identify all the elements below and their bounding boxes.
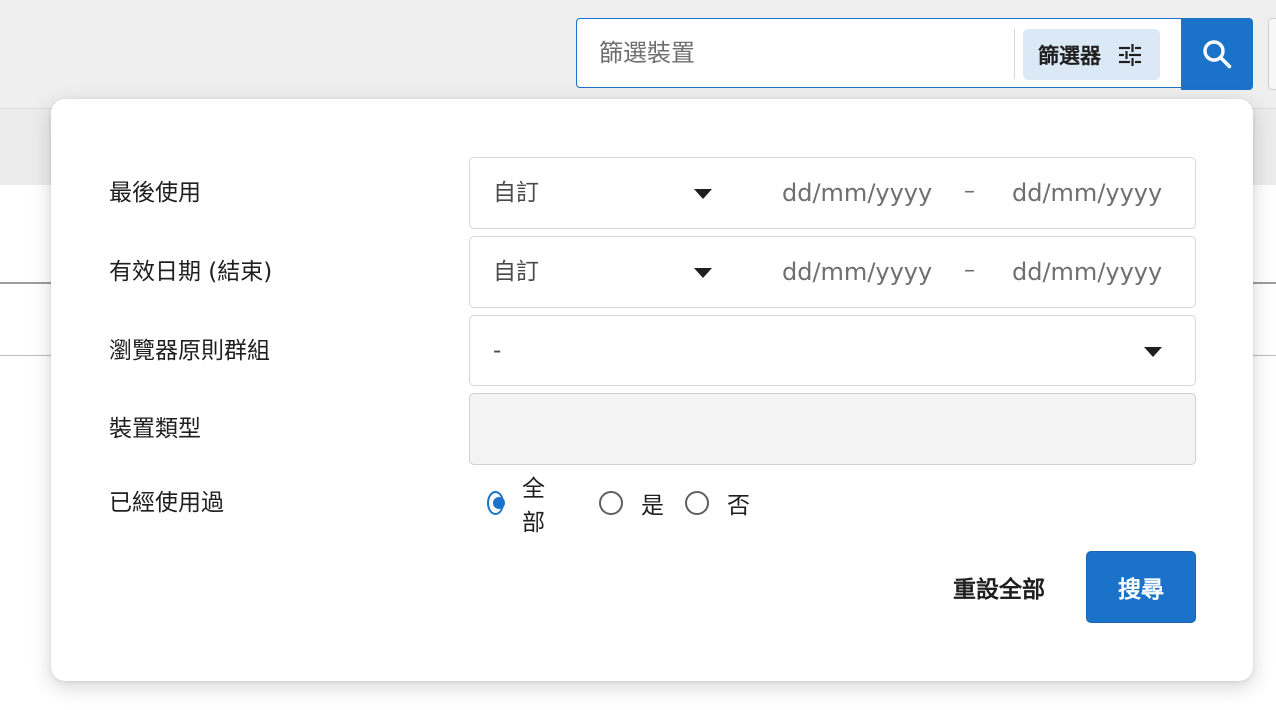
search-icon — [1203, 40, 1232, 69]
filter-toggle-label: 篩選器 — [1038, 43, 1101, 68]
expiry-range-select[interactable]: 自訂 — [493, 237, 539, 307]
filter-toggle-button[interactable]: 篩選器 — [1023, 29, 1160, 80]
device-search-bar: 篩選器 — [576, 18, 1181, 88]
radio-checked-icon[interactable] — [487, 491, 506, 515]
caret-down-icon[interactable] — [694, 268, 712, 278]
last-used-start-date[interactable]: dd/mm/yyyy — [782, 158, 932, 228]
browser-policy-group-label: 瀏覽器原則群組 — [109, 338, 270, 364]
device-type-label: 裝置類型 — [109, 416, 201, 442]
radio-unchecked-icon[interactable] — [599, 491, 623, 515]
radio-option-all-label: 全部 — [522, 476, 546, 536]
sliders-icon — [1119, 43, 1141, 66]
radio-option-yes[interactable]: 是 — [599, 488, 664, 519]
device-filter-page: 篩選器 最後使用 — [0, 0, 1276, 710]
browser-policy-group-select[interactable]: - — [469, 315, 1196, 386]
apply-search-button[interactable]: 搜尋 — [1086, 551, 1196, 623]
partial-edge-button[interactable] — [1268, 18, 1276, 90]
last-used-end-date[interactable]: dd/mm/yyyy — [1012, 158, 1162, 228]
radio-option-all[interactable]: 全部 — [487, 476, 552, 536]
expiry-start-date[interactable]: dd/mm/yyyy — [782, 237, 932, 307]
search-divider — [1014, 29, 1015, 79]
expiry-end-field: 自訂 dd/mm/yyyy – dd/mm/yyyy — [469, 236, 1196, 308]
radio-option-yes-label: 是 — [641, 493, 664, 519]
caret-down-icon[interactable] — [694, 189, 712, 199]
device-search-input[interactable] — [577, 19, 1013, 87]
date-range-separator: – — [964, 258, 975, 283]
last-used-field: 自訂 dd/mm/yyyy – dd/mm/yyyy — [469, 157, 1196, 229]
last-used-range-select[interactable]: 自訂 — [493, 158, 539, 228]
last-used-label: 最後使用 — [109, 180, 201, 206]
already-used-label: 已經使用過 — [109, 490, 224, 516]
expiry-end-date[interactable]: dd/mm/yyyy — [1012, 237, 1162, 307]
filter-panel: 最後使用 自訂 dd/mm/yyyy – dd/mm/yyyy 有效日期 (結束… — [51, 99, 1253, 681]
radio-unchecked-icon[interactable] — [685, 491, 709, 515]
expiry-end-label: 有效日期 (結束) — [109, 259, 273, 285]
device-type-field — [469, 393, 1196, 465]
date-range-separator: – — [964, 179, 975, 204]
search-submit-button[interactable] — [1181, 18, 1253, 90]
reset-all-button[interactable]: 重設全部 — [929, 551, 1069, 623]
browser-policy-group-value: - — [493, 338, 502, 364]
radio-option-no[interactable]: 否 — [685, 488, 750, 519]
radio-option-no-label: 否 — [727, 493, 750, 519]
caret-down-icon[interactable] — [1144, 347, 1162, 357]
